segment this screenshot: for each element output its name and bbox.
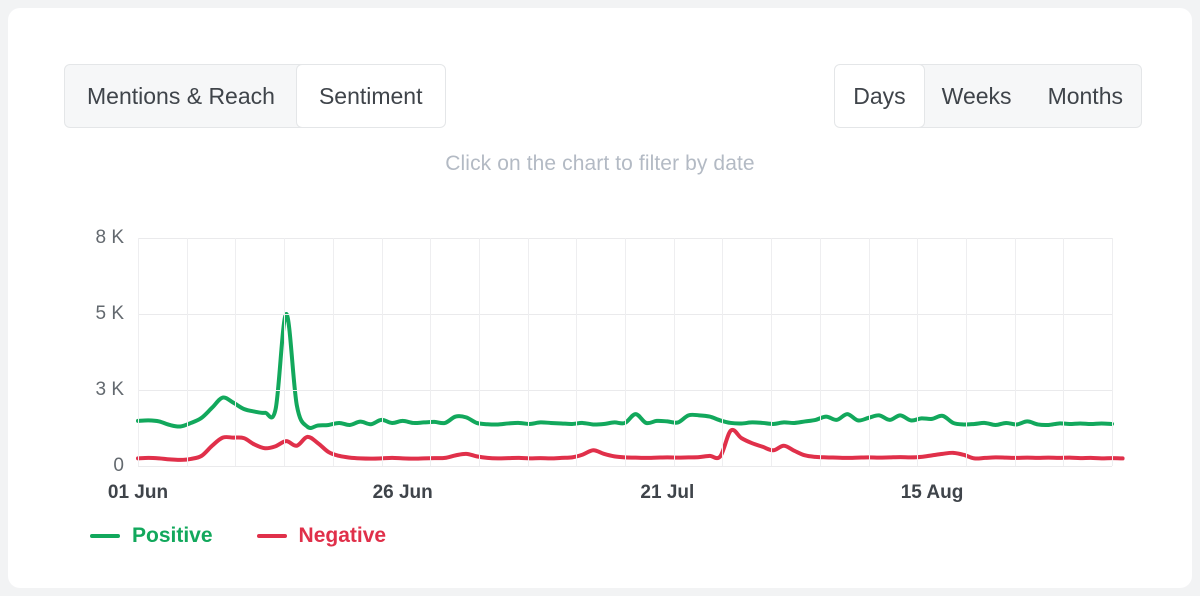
gridline-vertical — [868, 238, 870, 466]
tab-weeks[interactable]: Weeks — [924, 65, 1030, 127]
y-axis-tick-label: 0 — [113, 455, 124, 476]
series-line-negative — [138, 430, 1123, 460]
x-axis-tick-label: 15 Aug — [900, 482, 964, 503]
granularity-tab-group: Days Weeks Months — [834, 64, 1142, 128]
y-axis-tick-label: 3 K — [95, 379, 124, 400]
gridline-vertical — [1112, 238, 1113, 466]
gridline-vertical — [625, 238, 626, 466]
y-axis-tick-label: 5 K — [95, 302, 124, 324]
legend-swatch-negative-icon — [256, 534, 287, 538]
chart-filter-hint: Click on the chart to filter by date — [445, 152, 755, 175]
gridline-vertical — [965, 238, 967, 466]
gridline-vertical — [1063, 238, 1065, 466]
sentiment-chart-card: Mentions & Reach Sentiment Days Weeks Mo… — [8, 8, 1192, 588]
x-axis-tick-label: 01 Jun — [107, 482, 169, 503]
gridline-vertical — [381, 238, 383, 466]
y-axis-tick-label: 8 K — [95, 227, 124, 248]
gridline-vertical — [576, 238, 578, 466]
legend-item-negative[interactable]: Negative — [256, 524, 387, 548]
gridline-vertical — [430, 238, 432, 466]
tab-sentiment[interactable]: Sentiment — [295, 65, 445, 127]
gridline-vertical — [917, 238, 919, 466]
legend-label-positive: Positive — [132, 524, 213, 547]
tab-days[interactable]: Days — [835, 65, 925, 127]
legend-item-positive[interactable]: Positive — [90, 524, 213, 548]
gridline-vertical — [527, 238, 529, 466]
gridline-vertical — [819, 238, 821, 466]
tab-months[interactable]: Months — [1030, 65, 1141, 127]
gridline-vertical — [332, 238, 334, 466]
chart-toolbar: Mentions & Reach Sentiment Days Weeks Mo… — [8, 8, 1192, 175]
gridline-vertical — [235, 238, 237, 466]
tab-mentions-and-reach[interactable]: Mentions & Reach — [65, 65, 297, 127]
gridline-horizontal — [138, 466, 1112, 467]
gridline-vertical — [138, 238, 139, 466]
gridline-vertical — [673, 238, 675, 466]
legend-swatch-positive-icon — [90, 534, 120, 538]
chart-plot[interactable] — [138, 238, 1113, 467]
chart-area[interactable]: 8 K 5 K 3 K 0 01 Jun 26 Jun 21 Jul 15 Aug — [8, 204, 1192, 524]
x-axis-tick-label: 21 Jul — [640, 482, 695, 503]
chart-legend: Positive Negative — [90, 524, 386, 548]
legend-label-negative: Negative — [298, 524, 387, 547]
metric-tab-group: Mentions & Reach Sentiment — [64, 64, 446, 128]
gridline-vertical — [284, 238, 286, 466]
gridline-vertical — [186, 238, 188, 466]
gridline-vertical — [1014, 238, 1016, 466]
gridline-vertical — [478, 238, 480, 466]
x-axis-tick-label: 26 Jun — [372, 482, 433, 503]
gridline-vertical — [722, 238, 724, 466]
gridline-vertical — [771, 238, 773, 466]
